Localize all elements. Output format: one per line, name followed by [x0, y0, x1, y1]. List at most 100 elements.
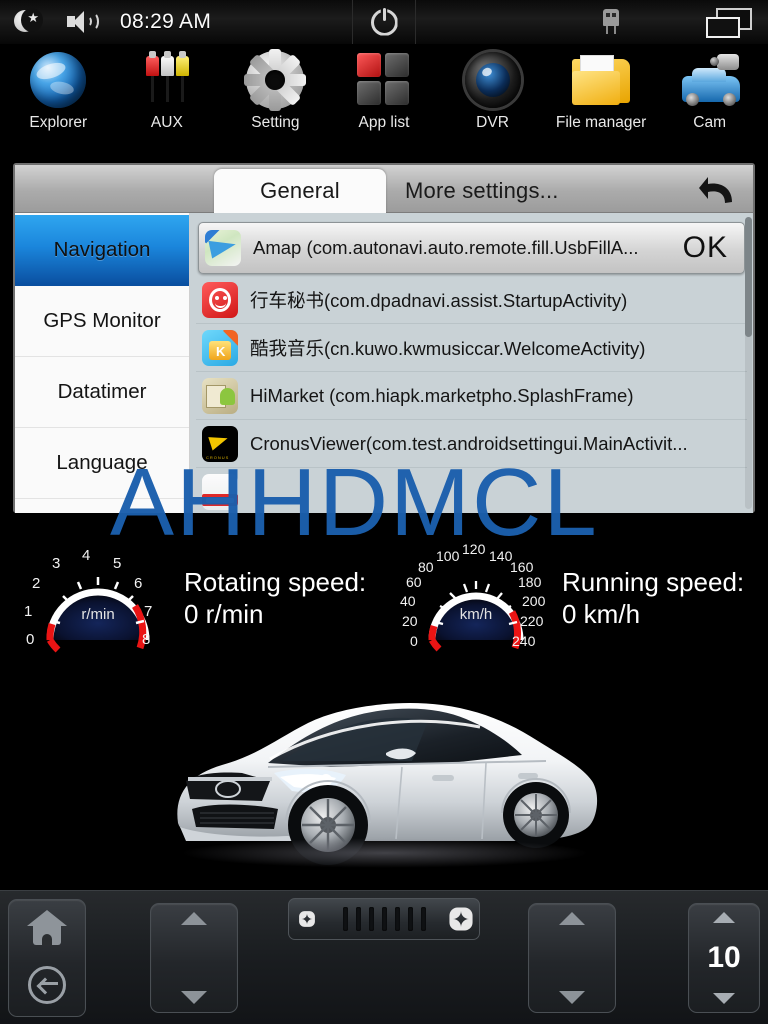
partial-app-icon [202, 473, 238, 510]
himarket-icon [202, 377, 238, 414]
list-item[interactable]: 行车秘书(com.dpadnavi.assist.StartupActivity… [196, 276, 747, 324]
dock-label: DVR [476, 114, 509, 131]
list-item[interactable] [196, 468, 747, 513]
tach-tick-7: 7 [144, 603, 153, 620]
app-list-scrollbar[interactable] [745, 217, 752, 509]
ok-button[interactable]: OK [677, 231, 738, 265]
tach-tick-5: 5 [113, 555, 122, 572]
dock-item-cam[interactable]: Cam [657, 44, 763, 132]
dock-item-file-manager[interactable]: File manager [548, 44, 654, 132]
dock-label: Cam [693, 114, 727, 131]
list-item-label: 酷我音乐(cn.kuwo.kwmusiccar.WelcomeActivity) [250, 337, 646, 359]
status-bar: ★ 08:29 AM [0, 0, 768, 44]
tach-readout: Rotating speed: 0 r/min [184, 566, 366, 631]
fan-large-icon [449, 907, 473, 931]
fan-speed-bars[interactable] [342, 907, 426, 931]
speedo-tick-60: 60 [406, 574, 422, 590]
camera-lens-icon [463, 50, 523, 110]
speedo-tick-100: 100 [436, 548, 460, 564]
sidebar-item-datatimer[interactable]: Datatimer [15, 357, 189, 428]
rca-cable-icon [137, 50, 197, 110]
arrow-up-icon[interactable] [559, 912, 585, 925]
recent-apps-icon[interactable] [706, 8, 752, 38]
speedo-tick-120: 120 [462, 541, 486, 557]
speedo-tick-140: 140 [489, 548, 513, 564]
gear-icon [244, 49, 307, 111]
white-sedan-image [150, 663, 620, 878]
back-circle-icon[interactable] [28, 966, 66, 1004]
dock-label: Setting [251, 114, 300, 131]
tach-tick-6: 6 [134, 575, 143, 592]
dock-item-explorer[interactable]: Explorer [5, 44, 111, 132]
navigation-buttons-group [8, 899, 86, 1017]
volume-stepper[interactable]: 10 [688, 903, 760, 1013]
tach-tick-8: 8 [142, 631, 151, 648]
speedo-tick-240: 240 [512, 633, 536, 649]
list-item[interactable]: HiMarket (com.hiapk.marketpho.SplashFram… [196, 372, 747, 420]
navigation-app-list: Amap (com.autonavi.auto.remote.fill.UsbF… [190, 213, 753, 513]
dock-item-aux[interactable]: AUX [114, 44, 220, 132]
kuwo-music-icon: K [202, 329, 238, 366]
moon-star-icon[interactable]: ★ [14, 8, 43, 35]
back-arrow-icon[interactable] [695, 170, 741, 210]
sidebar-item-language[interactable]: Language [15, 428, 189, 499]
dock-label: AUX [150, 114, 183, 131]
app-grid-icon [354, 50, 414, 110]
car-camera-icon [680, 50, 740, 110]
infotainment-screen: ★ 08:29 AM Explorer AUX Setting App list… [0, 0, 768, 1024]
speedometer-block: km/h 0 20 40 60 80 100 120 140 160 180 2… [400, 538, 744, 658]
tach-readout-value: 0 r/min [184, 599, 264, 629]
cronus-viewer-icon: CRONUS [202, 425, 238, 462]
list-item-label: CronusViewer(com.test.androidsettingui.M… [250, 432, 688, 454]
dock-label: App list [358, 114, 410, 131]
globe-icon [28, 50, 88, 110]
speedo-readout: Running speed: 0 km/h [562, 566, 744, 631]
dock-label: Explorer [29, 114, 88, 131]
speedo-tick-200: 200 [522, 593, 546, 609]
speedo-readout-label: Running speed: [562, 566, 745, 597]
sidebar-item-navigation[interactable]: Navigation [15, 215, 189, 286]
speedo-tick-180: 180 [518, 574, 542, 590]
sidebar-item-gps-monitor[interactable]: GPS Monitor [15, 286, 189, 357]
folder-icon [571, 50, 631, 110]
temp-right-stepper[interactable] [528, 903, 616, 1013]
temp-left-stepper[interactable] [150, 903, 238, 1013]
arrow-up-icon[interactable] [181, 912, 207, 925]
tach-readout-label: Rotating speed: [184, 566, 367, 597]
tach-tick-1: 1 [24, 603, 33, 620]
speedo-tick-160: 160 [510, 559, 534, 575]
tach-tick-4: 4 [82, 547, 91, 564]
fan-speed-slider[interactable] [288, 898, 480, 940]
usb-icon [600, 9, 622, 35]
volume-value: 10 [707, 941, 741, 974]
dock-item-app-list[interactable]: App list [331, 44, 437, 132]
tab-general[interactable]: General [214, 169, 386, 213]
settings-dialog: General More settings... Navigation GPS … [13, 163, 755, 513]
home-icon[interactable] [27, 910, 67, 946]
clock: 08:29 AM [120, 10, 212, 33]
list-item-label: 行车秘书(com.dpadnavi.assist.StartupActivity… [250, 289, 628, 311]
arrow-up-icon[interactable] [713, 912, 735, 923]
dock-item-setting[interactable]: Setting [222, 44, 328, 132]
list-item[interactable]: Amap (com.autonavi.auto.remote.fill.UsbF… [198, 222, 745, 274]
speedo-tick-220: 220 [520, 613, 544, 629]
dialog-body: Navigation GPS Monitor Datatimer Languag… [15, 213, 753, 513]
tachometer-block: r/min 0 1 2 3 4 5 6 7 8 Rotating speed: … [22, 538, 366, 658]
list-item-label: HiMarket (com.hiapk.marketpho.SplashFram… [250, 384, 634, 406]
dialog-tab-bar: General More settings... [15, 165, 753, 213]
scrollbar-thumb[interactable] [745, 217, 752, 337]
settings-sidebar: Navigation GPS Monitor Datatimer Languag… [15, 213, 190, 513]
tab-more-settings[interactable]: More settings... [395, 169, 655, 213]
list-item[interactable]: CRONUS CronusViewer(com.test.androidsett… [196, 420, 747, 468]
speaker-icon[interactable] [66, 9, 100, 35]
arrow-down-icon[interactable] [713, 993, 735, 1004]
tach-tick-0: 0 [26, 631, 35, 648]
list-item[interactable]: K 酷我音乐(cn.kuwo.kwmusiccar.WelcomeActivit… [196, 324, 747, 372]
dock-item-dvr[interactable]: DVR [440, 44, 546, 132]
arrow-down-icon[interactable] [559, 991, 585, 1004]
arrow-down-icon[interactable] [181, 991, 207, 1004]
tachometer-gauge: r/min 0 1 2 3 4 5 6 7 8 [22, 538, 174, 658]
power-icon[interactable] [352, 0, 416, 44]
speedo-tick-40: 40 [400, 593, 416, 609]
speedo-readout-value: 0 km/h [562, 599, 641, 629]
